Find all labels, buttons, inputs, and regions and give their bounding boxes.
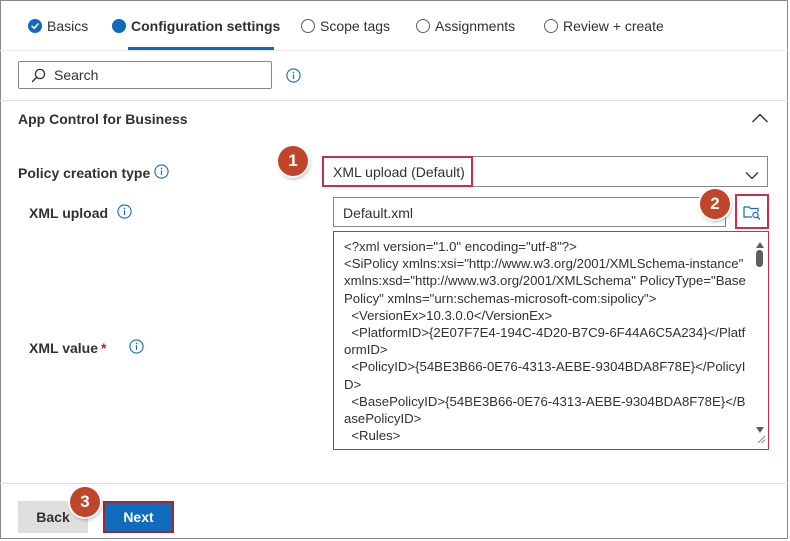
step-label: Review + create [563,18,664,34]
step-basics[interactable]: Basics [28,18,88,34]
info-icon[interactable] [154,164,169,182]
step-label: Basics [47,18,89,34]
step-label: Assignments [435,18,516,34]
next-button[interactable]: Next [103,501,174,533]
empty-circle-icon [301,19,315,33]
vertical-scrollbar[interactable] [751,232,768,449]
callout-badge-1: 1 [278,146,308,176]
current-step-icon [112,19,126,33]
info-icon[interactable] [117,204,132,222]
chevron-down-icon [745,167,759,183]
section-title: App Control for Business [18,111,188,127]
step-label: Configuration settings [131,18,281,34]
search-icon [31,68,46,83]
xml-upload-label: XML upload [29,205,109,221]
xml-value-text: <?xml version="1.0" encoding="utf-8"?> <… [344,239,746,444]
check-circle-icon [28,19,42,33]
browse-file-button[interactable] [735,194,769,229]
step-review-create[interactable]: Review + create [544,18,664,34]
xml-value-textarea[interactable]: <?xml version="1.0" encoding="utf-8"?> <… [333,231,769,450]
scroll-thumb[interactable] [756,250,763,267]
xml-value-label: XML value * [29,340,106,356]
xml-value-label-text: XML value [29,340,98,356]
chevron-up-icon[interactable] [751,111,769,127]
divider [0,50,788,51]
policy-type-label: Policy creation type [18,165,151,181]
search-box[interactable] [18,61,272,89]
xml-file-input[interactable]: Default.xml [333,197,726,227]
callout-badge-2: 2 [700,189,730,219]
empty-circle-icon [416,19,430,33]
info-icon[interactable] [129,339,144,357]
scroll-up-arrow-icon[interactable] [756,235,764,251]
divider [0,100,788,101]
search-input[interactable] [54,67,254,83]
dropdown-selected-value: XML upload (Default) [322,156,473,187]
callout-badge-3: 3 [70,487,100,517]
policy-type-dropdown[interactable]: XML upload (Default) [322,156,768,187]
info-icon[interactable] [286,68,301,86]
resize-grip-icon[interactable] [757,431,766,447]
divider [0,483,788,484]
step-scope-tags[interactable]: Scope tags [301,18,390,34]
folder-search-icon [743,205,761,220]
required-mark: * [101,340,107,356]
step-assignments[interactable]: Assignments [416,18,515,34]
step-label: Scope tags [320,18,391,34]
step-configuration-settings[interactable]: Configuration settings [112,18,280,34]
empty-circle-icon [544,19,558,33]
